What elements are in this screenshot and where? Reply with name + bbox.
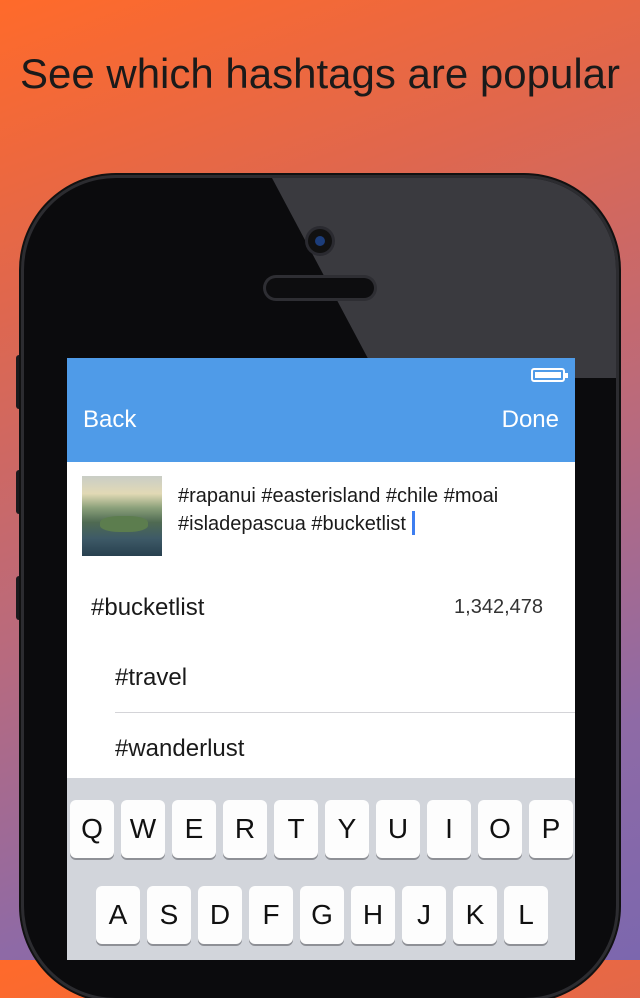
promo-headline: See which hashtags are popular bbox=[19, 50, 621, 97]
text-cursor bbox=[411, 511, 415, 535]
back-button[interactable]: Back bbox=[83, 406, 136, 434]
volume-down-button bbox=[16, 576, 24, 620]
key-d[interactable]: D bbox=[198, 886, 242, 944]
caption-line-2: #isladepascua #bucketlist bbox=[178, 513, 406, 535]
hashtag-label: #bucketlist bbox=[91, 594, 205, 621]
key-i[interactable]: I bbox=[427, 800, 471, 858]
key-o[interactable]: O bbox=[478, 800, 522, 858]
app-screen: Back Done #rapanui #easterisland #chile … bbox=[67, 358, 575, 960]
key-u[interactable]: U bbox=[376, 800, 420, 858]
hashtag-label: #wanderlust bbox=[115, 735, 245, 762]
hashtag-suggestion-main[interactable]: #bucketlist 1,342,478 bbox=[67, 570, 575, 640]
nav-bar: Back Done bbox=[67, 358, 575, 462]
battery-icon bbox=[531, 368, 568, 382]
key-h[interactable]: H bbox=[351, 886, 395, 944]
post-thumbnail bbox=[82, 476, 162, 556]
key-j[interactable]: J bbox=[402, 886, 446, 944]
keyboard: Q W E R T Y U I O P A S D F G H J K L bbox=[67, 778, 575, 960]
key-p[interactable]: P bbox=[529, 800, 573, 858]
related-hashtag-item[interactable]: #wanderlust bbox=[67, 711, 575, 781]
earpiece-speaker bbox=[266, 278, 374, 298]
key-l[interactable]: L bbox=[504, 886, 548, 944]
key-k[interactable]: K bbox=[453, 886, 497, 944]
key-y[interactable]: Y bbox=[325, 800, 369, 858]
front-camera bbox=[308, 229, 332, 253]
key-w[interactable]: W bbox=[121, 800, 165, 858]
caption-input[interactable]: #rapanui #easterisland #chile #moai #isl… bbox=[178, 482, 568, 538]
key-s[interactable]: S bbox=[147, 886, 191, 944]
mute-switch bbox=[16, 355, 24, 409]
key-t[interactable]: T bbox=[274, 800, 318, 858]
hashtag-post-count: 1,342,478 bbox=[454, 596, 543, 618]
post-editor: #rapanui #easterisland #chile #moai #isl… bbox=[67, 462, 575, 556]
key-f[interactable]: F bbox=[249, 886, 293, 944]
key-a[interactable]: A bbox=[96, 886, 140, 944]
key-r[interactable]: R bbox=[223, 800, 267, 858]
key-q[interactable]: Q bbox=[70, 800, 114, 858]
key-e[interactable]: E bbox=[172, 800, 216, 858]
volume-up-button bbox=[16, 470, 24, 514]
related-hashtag-item[interactable]: #travel bbox=[67, 640, 575, 710]
hashtag-label: #travel bbox=[115, 664, 188, 691]
done-button[interactable]: Done bbox=[502, 406, 559, 434]
key-g[interactable]: G bbox=[300, 886, 344, 944]
caption-line-1: #rapanui #easterisland #chile #moai bbox=[178, 485, 499, 507]
